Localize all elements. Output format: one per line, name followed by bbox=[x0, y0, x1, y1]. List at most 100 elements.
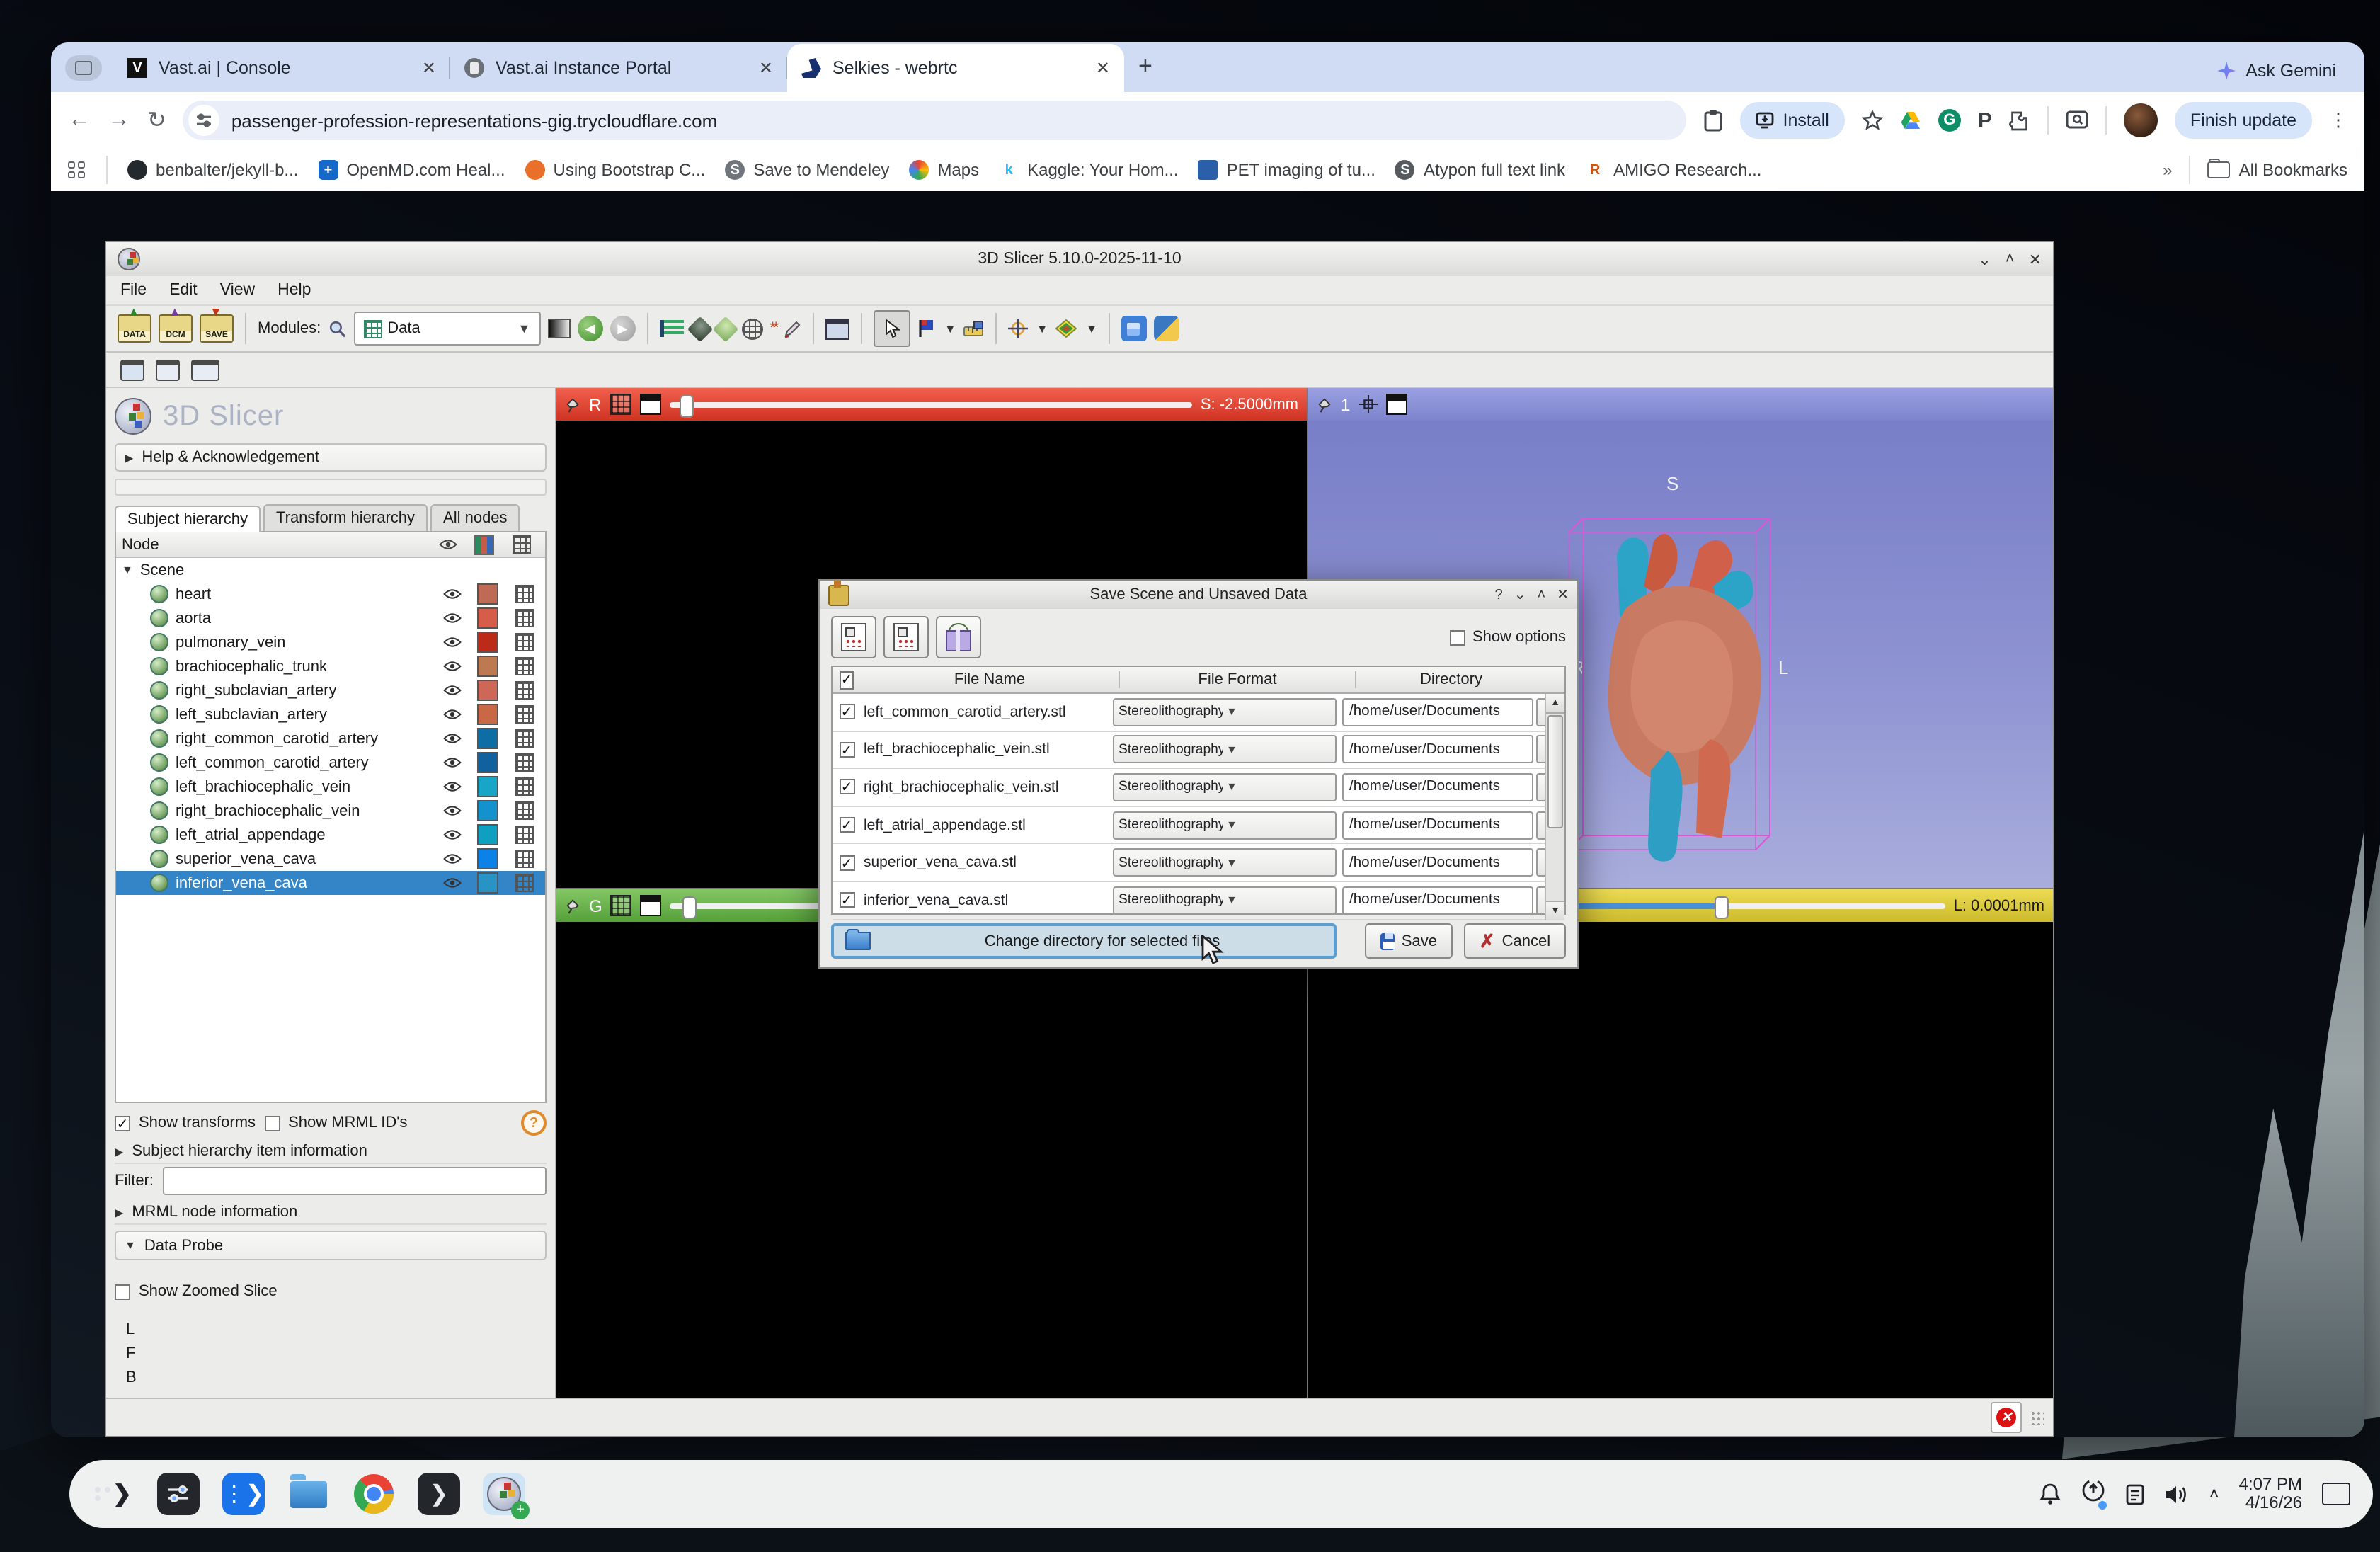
directory-field[interactable]: /home/user/Documents bbox=[1342, 773, 1533, 801]
red-grid-toggle-icon[interactable] bbox=[610, 394, 631, 415]
reload-button[interactable]: ↻ bbox=[147, 106, 166, 135]
dialog-title-bar[interactable]: Save Scene and Unsaved Data ? ⌄ ˄ ✕ bbox=[820, 581, 1577, 609]
directory-field[interactable]: /home/user/Documents bbox=[1342, 736, 1533, 764]
node-row[interactable]: aorta bbox=[116, 606, 545, 630]
node-table-icon[interactable] bbox=[515, 874, 533, 892]
update-status-icon[interactable] bbox=[2082, 1478, 2106, 1510]
visibility-eye-icon[interactable] bbox=[442, 780, 461, 793]
scroll-thumb[interactable] bbox=[1547, 715, 1563, 828]
save-data-files-button[interactable] bbox=[883, 616, 929, 658]
slice-intersections-dropdown[interactable]: ▼ bbox=[1086, 322, 1097, 335]
extensions-manager-icon[interactable] bbox=[1121, 316, 1147, 341]
save-button[interactable]: Save bbox=[1365, 923, 1453, 959]
extensions-puzzle-icon[interactable] bbox=[2009, 110, 2030, 131]
file-row[interactable]: ✓ left_common_carotid_artery.stl Stereol… bbox=[833, 694, 1564, 731]
file-row[interactable]: ✓ left_atrial_appendage.stl Stereolithog… bbox=[833, 807, 1564, 845]
visibility-eye-icon[interactable] bbox=[442, 684, 461, 697]
place-markup-dropdown[interactable]: ▼ bbox=[944, 322, 956, 335]
markups-icon[interactable]: ** bbox=[770, 320, 776, 337]
module-back-button[interactable]: ◀ bbox=[577, 316, 602, 341]
red-layout-icon[interactable] bbox=[639, 394, 660, 415]
tab-all-nodes[interactable]: All nodes bbox=[430, 504, 520, 531]
node-row[interactable]: left_atrial_appendage bbox=[116, 823, 545, 847]
node-table-icon[interactable] bbox=[515, 753, 533, 772]
visibility-eye-icon[interactable] bbox=[442, 708, 461, 721]
bookmark-item[interactable]: Maps bbox=[909, 160, 979, 180]
address-bar[interactable]: passenger-profession-representations-gig… bbox=[183, 101, 1687, 140]
all-bookmarks-button[interactable]: All Bookmarks bbox=[2208, 160, 2347, 180]
clock[interactable]: 4:07 PM 4/16/26 bbox=[2239, 1476, 2302, 1512]
node-table-icon[interactable] bbox=[515, 705, 533, 724]
grammarly-extension-icon[interactable]: G bbox=[1938, 109, 1961, 132]
help-question-icon[interactable]: ? bbox=[521, 1110, 547, 1136]
node-color-swatch[interactable] bbox=[477, 680, 498, 701]
visibility-eye-icon[interactable] bbox=[442, 660, 461, 673]
save-data-button[interactable]: ▲SAVE bbox=[200, 314, 234, 343]
screenshot-tool-icon[interactable] bbox=[120, 359, 144, 380]
node-table-icon[interactable] bbox=[515, 777, 533, 796]
back-button[interactable]: ← bbox=[68, 108, 91, 133]
directory-field[interactable]: /home/user/Documents bbox=[1342, 886, 1533, 915]
pin-icon[interactable] bbox=[565, 396, 580, 413]
visibility-eye-icon[interactable] bbox=[442, 636, 461, 649]
module-forward-button[interactable]: ▶ bbox=[610, 316, 635, 341]
minimize-icon[interactable]: ⌄ bbox=[1978, 250, 1991, 268]
place-markup-icon[interactable] bbox=[917, 319, 936, 338]
save-scene-button[interactable] bbox=[831, 616, 876, 658]
file-format-combobox[interactable]: Stereolithography Mesh (.stl)▼ bbox=[1113, 698, 1337, 726]
tab-subject-hierarchy[interactable]: Subject hierarchy bbox=[115, 506, 261, 532]
visibility-eye-icon[interactable] bbox=[442, 612, 461, 624]
crosshair-icon[interactable] bbox=[1008, 319, 1028, 338]
file-format-combobox[interactable]: Stereolithography Mesh (.stl)▼ bbox=[1113, 848, 1337, 877]
file-row[interactable]: ✓ inferior_vena_cava.stl Stereolithograp… bbox=[833, 882, 1564, 920]
finish-update-button[interactable]: Finish update bbox=[2175, 102, 2312, 139]
show-mrml-ids-checkbox[interactable] bbox=[264, 1115, 280, 1131]
node-color-swatch[interactable] bbox=[477, 824, 498, 845]
module-search-icon[interactable] bbox=[328, 319, 346, 338]
clipboard-status-icon[interactable] bbox=[2126, 1483, 2146, 1505]
file-format-combobox[interactable]: Stereolithography Mesh (.stl)▼ bbox=[1113, 886, 1337, 915]
file-format-combobox[interactable]: Stereolithography Mesh (.stl)▼ bbox=[1113, 811, 1337, 839]
module-selector[interactable]: Data ▼ bbox=[353, 312, 540, 346]
scroll-up-icon[interactable]: ▲ bbox=[1546, 694, 1564, 714]
visibility-eye-icon[interactable] bbox=[442, 828, 461, 841]
data-probe-section[interactable]: ▼Data Probe bbox=[115, 1231, 547, 1260]
settings-app-icon[interactable] bbox=[157, 1473, 200, 1515]
ruler-icon[interactable] bbox=[963, 319, 984, 338]
file-format-combobox[interactable]: Stereolithography Mesh (.stl)▼ bbox=[1113, 773, 1337, 801]
threeD-layout-icon[interactable] bbox=[1385, 394, 1407, 415]
profile-avatar[interactable] bbox=[2124, 103, 2158, 137]
mrml-node-information-section[interactable]: ▶MRML node information bbox=[115, 1201, 547, 1225]
help-acknowledgement-section[interactable]: ▶Help & Acknowledgement bbox=[115, 443, 547, 472]
bookmark-star-icon[interactable] bbox=[1862, 110, 1883, 131]
dialog-help-icon[interactable]: ? bbox=[1495, 587, 1503, 603]
select-all-checkbox[interactable]: ✓ bbox=[840, 671, 854, 690]
menu-item[interactable]: Help bbox=[278, 282, 311, 299]
node-color-swatch[interactable] bbox=[477, 607, 498, 629]
node-color-swatch[interactable] bbox=[477, 704, 498, 725]
directory-header[interactable]: Directory bbox=[1355, 671, 1546, 688]
bookmark-item[interactable]: S Save to Mendeley bbox=[725, 160, 889, 180]
ask-gemini-button[interactable]: Ask Gemini bbox=[2217, 61, 2336, 81]
node-table-icon[interactable] bbox=[515, 850, 533, 868]
node-color-swatch[interactable] bbox=[477, 752, 498, 773]
visibility-eye-icon[interactable] bbox=[442, 804, 461, 817]
cancel-button[interactable]: ✗ Cancel bbox=[1464, 923, 1566, 959]
pin-icon[interactable] bbox=[1317, 396, 1332, 413]
threeD-center-icon[interactable] bbox=[1358, 395, 1377, 413]
site-settings-icon[interactable] bbox=[189, 105, 220, 136]
forward-button[interactable]: → bbox=[108, 108, 130, 133]
menu-item[interactable]: View bbox=[220, 282, 255, 299]
item-information-section[interactable]: ▶Subject hierarchy item information bbox=[115, 1140, 547, 1164]
close-tab-icon[interactable]: ✕ bbox=[759, 58, 773, 78]
visibility-eye-icon[interactable] bbox=[442, 588, 461, 600]
dialog-unshade-icon[interactable]: ˄ bbox=[1538, 587, 1546, 603]
node-table-icon[interactable] bbox=[515, 729, 533, 748]
visibility-eye-icon[interactable] bbox=[442, 732, 461, 745]
change-directory-button[interactable]: Change directory for selected files bbox=[831, 923, 1337, 959]
green-slider-handle[interactable] bbox=[682, 896, 697, 918]
green-layout-icon[interactable] bbox=[641, 895, 662, 916]
file-checkbox[interactable]: ✓ bbox=[839, 855, 854, 870]
install-button[interactable]: Install bbox=[1741, 102, 1845, 139]
close-tab-icon[interactable]: ✕ bbox=[422, 58, 436, 78]
